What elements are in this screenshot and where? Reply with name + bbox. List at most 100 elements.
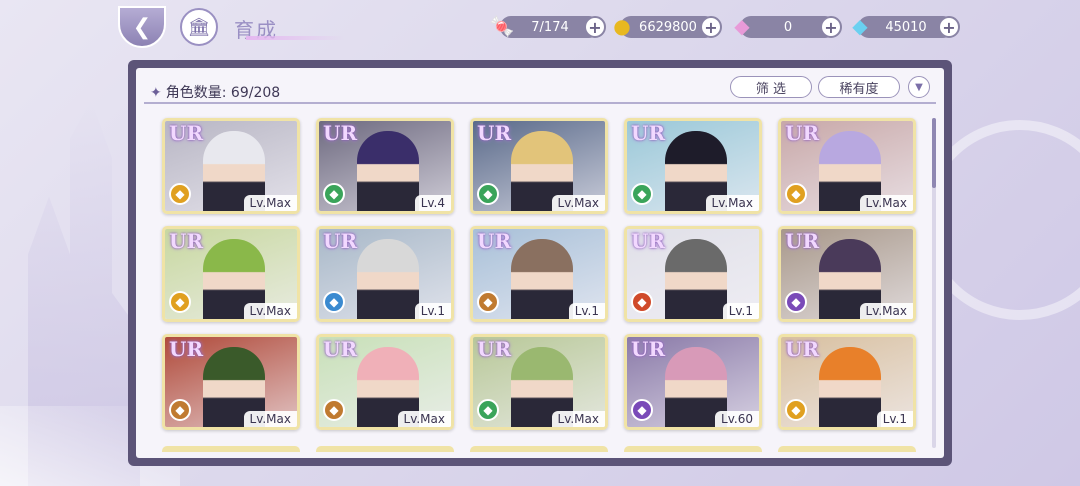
element-icon: ◆ [785, 183, 807, 205]
level-label: Lv.1 [414, 303, 451, 319]
level-label: Lv.Max [397, 411, 451, 427]
coin-icon: ● [613, 14, 631, 38]
character-card[interactable]: UR ◆ Lv.1 [470, 226, 608, 322]
chevron-down-icon: ▼ [915, 81, 923, 93]
character-count-value: 69/208 [230, 85, 281, 101]
character-panel-inner: ✦ 角色数量: 69/208 筛 选 稀有度 ▼ UR ◆ Lv.Max UR ◆ Lv.4… [136, 68, 944, 458]
element-icon: ◆ [477, 399, 499, 421]
rarity-badge: UR [785, 121, 820, 145]
character-panel: ✦ 角色数量: 69/208 筛 选 稀有度 ▼ UR ◆ Lv.Max UR ◆ Lv.4… [128, 60, 952, 466]
divider [144, 102, 936, 104]
home-button[interactable]: 🏛 [180, 8, 218, 46]
character-figure [357, 131, 419, 211]
level-label: Lv.1 [876, 411, 913, 427]
back-button[interactable]: ❮ [118, 6, 166, 48]
level-label: Lv.Max [551, 195, 605, 211]
element-icon: ◆ [169, 291, 191, 313]
level-label: Lv.1 [568, 303, 605, 319]
element-icon: ◆ [169, 399, 191, 421]
element-icon: ◆ [631, 183, 653, 205]
character-card[interactable]: UR ◆ Lv.Max [470, 334, 608, 430]
character-card[interactable]: UR ◆ Lv.Max [162, 118, 300, 214]
blue-gem-value: 45010 [885, 19, 927, 35]
candy-counter: 🍬 7/174 + [490, 14, 606, 38]
rarity-badge: UR [323, 229, 358, 253]
blue-diamond-icon: ◆ [852, 14, 868, 38]
character-card-partial[interactable] [162, 446, 300, 452]
filter-button[interactable]: 筛 选 [730, 76, 812, 98]
back-arrow-icon: ❮ [132, 14, 152, 40]
rarity-badge: UR [631, 229, 666, 253]
level-label: Lv.60 [715, 411, 759, 427]
level-label: Lv.Max [859, 195, 913, 211]
element-icon: ◆ [631, 399, 653, 421]
character-card-partial[interactable] [470, 446, 608, 452]
character-card-partial[interactable] [316, 446, 454, 452]
level-label: Lv.Max [705, 195, 759, 211]
character-card-partial[interactable] [778, 446, 916, 452]
rarity-badge: UR [169, 337, 204, 361]
character-count: ✦ 角色数量: 69/208 [150, 82, 280, 102]
rarity-badge: UR [323, 121, 358, 145]
element-icon: ◆ [323, 183, 345, 205]
add-pink-gem-button[interactable]: + [820, 16, 842, 38]
rarity-badge: UR [785, 337, 820, 361]
level-label: Lv.Max [243, 195, 297, 211]
element-icon: ◆ [323, 291, 345, 313]
character-figure [665, 239, 727, 319]
character-card[interactable]: UR ◆ Lv.Max [778, 118, 916, 214]
character-card[interactable]: UR ◆ Lv.Max [162, 226, 300, 322]
sparkle-icon: ✦ [150, 85, 162, 101]
level-label: Lv.Max [243, 411, 297, 427]
character-figure [819, 347, 881, 427]
rarity-badge: UR [631, 337, 666, 361]
pink-gem-counter: ◆ 0 + [734, 14, 842, 38]
add-coin-button[interactable]: + [700, 16, 722, 38]
rarity-badge: UR [169, 121, 204, 145]
element-icon: ◆ [169, 183, 191, 205]
top-bar: ❮ 🏛 育成 🍬 7/174 + ● 6629800 + ◆ 0 + ◆ 450… [0, 0, 1080, 56]
element-icon: ◆ [785, 399, 807, 421]
level-label: Lv.Max [859, 303, 913, 319]
character-card[interactable]: UR ◆ Lv.1 [624, 226, 762, 322]
character-card[interactable]: UR ◆ Lv.Max [162, 334, 300, 430]
rarity-badge: UR [631, 121, 666, 145]
character-card[interactable]: UR ◆ Lv.Max [778, 226, 916, 322]
element-icon: ◆ [631, 291, 653, 313]
blue-gem-counter: ◆ 45010 + [852, 14, 960, 38]
level-label: Lv.Max [243, 303, 297, 319]
element-icon: ◆ [785, 291, 807, 313]
rarity-sort-button[interactable]: 稀有度 [818, 76, 900, 98]
pink-gem-value: 0 [783, 19, 793, 35]
sort-order-button[interactable]: ▼ [908, 76, 930, 98]
level-label: Lv.1 [722, 303, 759, 319]
character-card[interactable]: UR ◆ Lv.60 [624, 334, 762, 430]
element-icon: ◆ [323, 399, 345, 421]
character-card[interactable]: UR ◆ Lv.1 [316, 226, 454, 322]
character-card[interactable]: UR ◆ Lv.4 [316, 118, 454, 214]
level-label: Lv.4 [414, 195, 451, 211]
pink-diamond-icon: ◆ [734, 14, 750, 38]
character-card[interactable]: UR ◆ Lv.Max [316, 334, 454, 430]
add-blue-gem-button[interactable]: + [938, 16, 960, 38]
character-card[interactable]: UR ◆ Lv.Max [624, 118, 762, 214]
character-figure [511, 239, 573, 319]
character-card[interactable]: UR ◆ Lv.Max [470, 118, 608, 214]
scrollbar-thumb[interactable] [932, 118, 936, 188]
rarity-badge: UR [785, 229, 820, 253]
candy-icon: 🍬 [489, 14, 515, 38]
level-label: Lv.Max [551, 411, 605, 427]
title-decoration [246, 36, 346, 40]
character-count-label: 角色数量: [165, 85, 227, 101]
coin-value: 6629800 [639, 19, 697, 35]
candy-value: 7/174 [531, 19, 569, 35]
character-card-partial[interactable] [624, 446, 762, 452]
add-candy-button[interactable]: + [584, 16, 606, 38]
coin-counter: ● 6629800 + [613, 14, 722, 38]
rarity-badge: UR [477, 229, 512, 253]
rarity-badge: UR [477, 121, 512, 145]
rarity-badge: UR [169, 229, 204, 253]
castle-home-icon: 🏛 [187, 16, 211, 38]
element-icon: ◆ [477, 183, 499, 205]
character-card[interactable]: UR ◆ Lv.1 [778, 334, 916, 430]
